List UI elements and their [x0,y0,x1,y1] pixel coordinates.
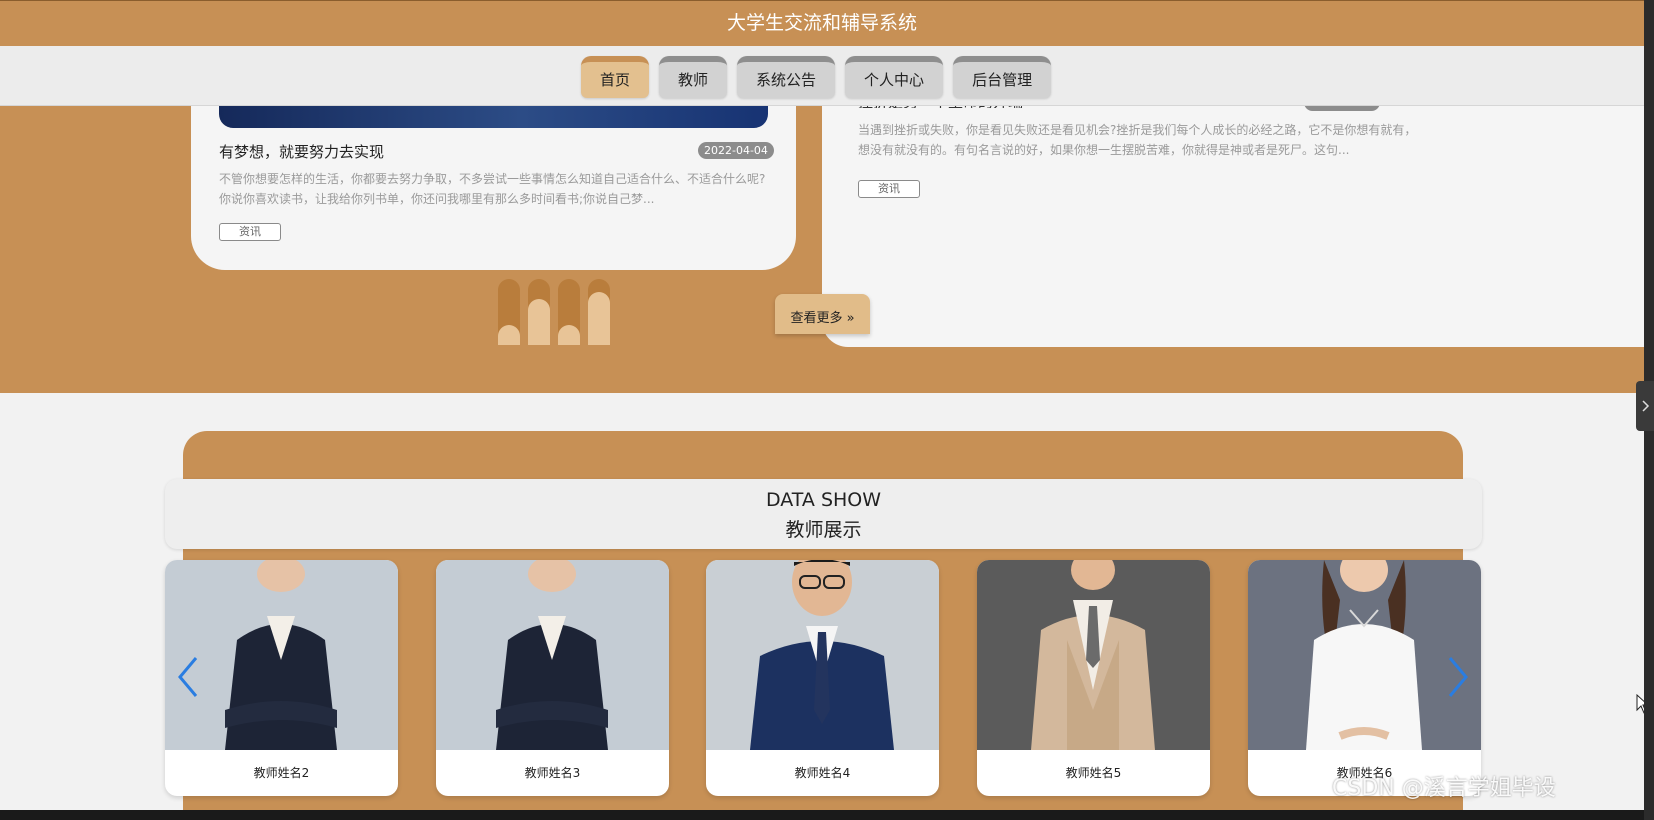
nav-item-announcements[interactable]: 系统公告 [737,56,836,98]
pager-dot-4[interactable] [588,279,610,345]
teacher-card[interactable]: 教师姓名5 [977,560,1210,796]
main-nav: 首页 教师 系统公告 个人中心 后台管理 [0,46,1644,106]
teacher-name: 教师姓名2 [253,766,310,780]
site-title: 大学生交流和辅导系统 [726,12,917,34]
teacher-photo[interactable] [436,560,669,750]
site-header: 大学生交流和辅导系统 [0,0,1644,46]
pager-fill [528,299,550,345]
chevron-left-icon[interactable] [172,652,202,702]
nav-item-profile[interactable]: 个人中心 [845,56,944,98]
pager-dot-1[interactable] [498,279,520,345]
news-card-date: 2022-04-04 [698,142,774,159]
section-title-cn: 教师展示 [785,519,862,541]
news-card-title[interactable]: 有梦想，就要努力去实现 [219,141,384,162]
teacher-photo[interactable] [977,560,1210,750]
pager-fill [558,325,580,345]
view-more-button[interactable]: 查看更多 » [775,294,870,334]
teacher-card[interactable]: 教师姓名3 [436,560,669,796]
nav-item-admin[interactable]: 后台管理 [953,56,1052,98]
news-pager [498,279,610,345]
teacher-name: 教师姓名3 [524,766,581,780]
watermark: CSDN @溪言学姐毕设 [1332,776,1556,801]
pager-fill [588,292,610,345]
nav-item-teachers[interactable]: 教师 [659,56,728,98]
teacher-name: 教师姓名5 [1065,766,1122,780]
news-item-tag[interactable]: 资讯 [858,180,920,198]
news-item-description: 当遇到挫折或失败，你是看见失败还是看见机会?挫折是我们每个人成长的必经之路，它不… [858,123,1417,157]
section-title-en: DATA SHOW [765,489,882,511]
collapse-arrow-icon[interactable] [1636,381,1654,431]
chevron-right-small-icon [1642,400,1650,412]
nav-item-home[interactable]: 首页 [581,56,650,98]
teacher-name: 教师姓名4 [794,766,851,780]
news-card-tag[interactable]: 资讯 [219,223,281,241]
teacher-section-header: DATA SHOW 教师展示 [165,479,1482,549]
news-list-panel: 挫折是另一个生命的开端 2022-04-04 当遇到挫折或失败，你是看见失败还是… [822,80,1644,347]
chevron-right-icon[interactable] [1444,652,1474,702]
news-card-description: 不管你想要怎样的生活，你都要去努力争取，不多尝试一些事情怎么知道自己适合什么、不… [219,172,766,206]
mouse-pointer-icon [1636,694,1644,714]
teacher-photo[interactable] [706,560,939,750]
pager-fill [498,325,520,345]
teacher-card[interactable]: 教师姓名4 [706,560,939,796]
pager-dot-2[interactable] [528,279,550,345]
news-card-featured[interactable]: 有梦想，就要努力去实现 2022-04-04 不管你想要怎样的生活，你都要去努力… [191,80,796,270]
news-cover-image[interactable] [219,106,768,128]
page: 挫折是另一个生命的开端 2022-04-04 当遇到挫折或失败，你是看见失败还是… [0,0,1644,810]
pager-dot-3[interactable] [558,279,580,345]
